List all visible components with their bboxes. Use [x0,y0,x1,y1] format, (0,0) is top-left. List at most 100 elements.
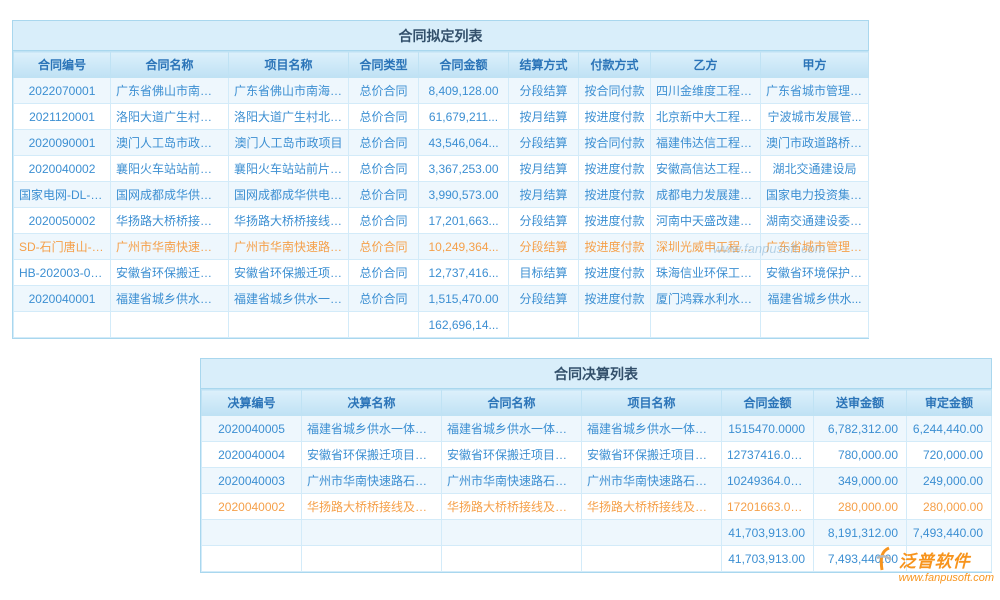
table-cell: 按月结算 [509,182,579,208]
table-cell [582,520,722,546]
table-cell: 按进度付款 [579,156,651,182]
table-cell: 华扬路大桥桥接线及东延伸... [302,494,442,520]
column-header: 项目名称 [229,52,349,78]
table-cell: 按合同付款 [579,130,651,156]
table-cell: 目标结算 [509,260,579,286]
table-row[interactable]: 2020050002华扬路大桥桥接线及东...华扬路大桥桥接线及东...总价合同… [14,208,869,234]
table-cell: 2022070001 [14,78,111,104]
table-row[interactable]: SD-石门唐山-20200...广州市华南快速路石门...广州市华南快速路石门.… [14,234,869,260]
table-cell: 国家电力投资集团... [761,182,869,208]
table-cell: 249,000.00 [907,468,992,494]
table-cell: 厦门鸿霖水利水电... [651,286,761,312]
table-cell: 780,000.00 [814,442,907,468]
table-cell: 总价合同 [349,156,419,182]
table-cell [761,312,869,338]
column-header: 乙方 [651,52,761,78]
table-cell: 7,493,440.00 [907,520,992,546]
table-row[interactable]: 2020040003广州市华南快速路石门堂山...广州市华南快速路石门堂山...… [202,468,992,494]
table-cell: 2020040002 [202,494,302,520]
table-cell: 分段结算 [509,234,579,260]
table-cell: 华扬路大桥桥接线及东延伸... [442,494,582,520]
contract-draft-title: 合同拟定列表 [13,21,868,51]
table-cell: 按月结算 [509,156,579,182]
table-cell: 总价合同 [349,78,419,104]
logo-brand-text: 泛普软件 [899,547,971,572]
table-cell: 广东省佛山市南海区浩... [111,78,229,104]
table-cell: 福建省城乡供水一体化工程... [302,416,442,442]
table-cell: 8,409,128.00 [419,78,509,104]
table-cell: 安徽省环保搬迁项目焦炉系... [582,442,722,468]
table-row[interactable]: 2020040001福建省城乡供水一体化...福建省城乡供水一体化...总价合同… [14,286,869,312]
table-cell [111,312,229,338]
table-cell: 河南中天盛改建设... [651,208,761,234]
table-cell: 广东省城市管理中心 [761,78,869,104]
table-row[interactable]: 2020040002襄阳火车站站前片区基...襄阳火车站站前片区基...总价合同… [14,156,869,182]
contract-draft-panel: 合同拟定列表 合同编号合同名称项目名称合同类型合同金额结算方式付款方式乙方甲方 … [12,20,869,339]
table-cell: 广州市华南快速路石门... [111,234,229,260]
table-cell: 2020050002 [14,208,111,234]
table-cell: 福建省城乡供水一体化... [229,286,349,312]
table-cell: 宁波城市发展管... [761,104,869,130]
table-cell [509,312,579,338]
table-cell [302,520,442,546]
table-row[interactable]: 国家电网-DL-20200...国网成都成华供电公司...国网成都成华供电公司.… [14,182,869,208]
table-cell: 襄阳火车站站前片区基... [111,156,229,182]
table-cell: 国网成都成华供电公司... [111,182,229,208]
table-cell: 按进度付款 [579,104,651,130]
table-cell: 按进度付款 [579,182,651,208]
table-cell [442,546,582,572]
table-cell: 6,782,312.00 [814,416,907,442]
table-cell: 3,367,253.00 [419,156,509,182]
table-row[interactable]: 41,703,913.008,191,312.007,493,440.00 [202,520,992,546]
table-cell: 分段结算 [509,208,579,234]
table-cell [442,520,582,546]
column-header: 甲方 [761,52,869,78]
table-cell: 湖南交通建设委员会 [761,208,869,234]
table-cell: 总价合同 [349,234,419,260]
column-header: 项目名称 [582,390,722,416]
table-row[interactable]: 2022070001广东省佛山市南海区浩...广东省佛山市南海区浩...总价合同… [14,78,869,104]
contract-final-panel: 合同决算列表 决算编号决算名称合同名称项目名称合同金额送审金额审定金额 2020… [200,358,992,573]
table-cell: 安徽省环保搬迁项目焦炉系... [302,442,442,468]
table-row[interactable]: 2020090001澳门人工岛市政项目合同澳门人工岛市政项目总价合同43,546… [14,130,869,156]
table-cell: 总价合同 [349,104,419,130]
table-row[interactable]: 2020040002华扬路大桥桥接线及东延伸...华扬路大桥桥接线及东延伸...… [202,494,992,520]
table-cell: 3,990,573.00 [419,182,509,208]
table-cell: 福建省城乡供水一体化工程... [582,416,722,442]
table-cell [582,546,722,572]
table-cell: 162,696,14... [419,312,509,338]
table-cell: 襄阳火车站站前片区基... [229,156,349,182]
table-row[interactable]: HB-202003-0001安徽省环保搬迁项目焦...安徽省环保搬迁项目焦...… [14,260,869,286]
table-cell: 720,000.00 [907,442,992,468]
table-row[interactable]: 2020040005福建省城乡供水一体化工程...福建省城乡供水一体化工程...… [202,416,992,442]
column-header: 合同金额 [722,390,814,416]
table-cell [302,546,442,572]
table-cell: 1,515,470.00 [419,286,509,312]
table-cell: 41,703,913.00 [722,546,814,572]
table-row[interactable]: 2020040004安徽省环保搬迁项目焦炉系...安徽省环保搬迁项目焦炉系...… [202,442,992,468]
fanpu-logo-icon [873,546,895,572]
column-header: 合同编号 [14,52,111,78]
table-cell: 安徽省环保搬迁项目焦... [111,260,229,286]
table-cell: 广州市华南快速路石门... [229,234,349,260]
table-cell: 洛阳大道广生村北侧微... [111,104,229,130]
table-cell: 6,244,440.00 [907,416,992,442]
table-cell: 按进度付款 [579,234,651,260]
table-cell: 按进度付款 [579,286,651,312]
table-row[interactable]: 2021120001洛阳大道广生村北侧微...洛阳大道广生村北侧微...总价合同… [14,104,869,130]
table-row[interactable]: 162,696,14... [14,312,869,338]
table-cell: 总价合同 [349,260,419,286]
table-cell: 280,000.00 [907,494,992,520]
table-cell [202,546,302,572]
table-cell: 按进度付款 [579,208,651,234]
table-cell: 广东省佛山市南海区浩... [229,78,349,104]
table-cell: 澳门人工岛市政项目 [229,130,349,156]
table-cell: 总价合同 [349,130,419,156]
table-cell: 华扬路大桥桥接线及东... [111,208,229,234]
table-cell: 分段结算 [509,130,579,156]
column-header: 合同金额 [419,52,509,78]
table-cell: 2020040004 [202,442,302,468]
table-cell: 41,703,913.00 [722,520,814,546]
column-header: 送审金额 [814,390,907,416]
table-cell: 安徽高信达工程建... [651,156,761,182]
